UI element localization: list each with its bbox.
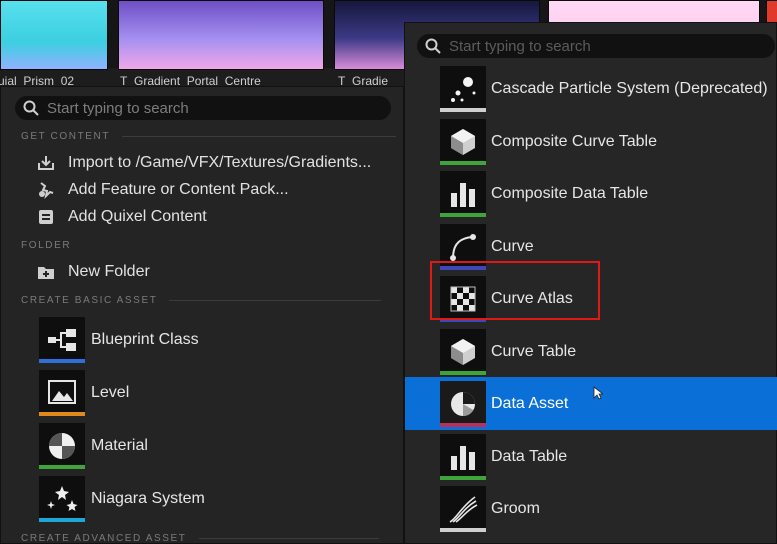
search-box[interactable]: Start typing to search: [15, 96, 391, 120]
niagara-system-label: Niagara System: [91, 490, 205, 507]
section-create-basic-asset: CREATE BASIC ASSET: [21, 295, 382, 306]
curve-table-label: Curve Table: [491, 342, 577, 360]
add-quixel-menu-item[interactable]: Add Quixel Content: [37, 205, 207, 229]
search-input[interactable]: Start typing to search: [47, 100, 189, 117]
curve-atlas-menu-item[interactable]: Curve Atlas: [405, 272, 777, 325]
particle-icon: [440, 65, 486, 112]
cascade-particle-system-label: Cascade Particle System (Deprecated): [491, 79, 768, 97]
new-folder-label: New Folder: [68, 263, 150, 280]
feature-pack-icon: [37, 181, 55, 199]
add-feature-pack-menu-item[interactable]: Add Feature or Content Pack...: [37, 178, 289, 202]
composite-data-table-label: Composite Data Table: [491, 184, 649, 202]
section-folder: FOLDER: [21, 240, 72, 251]
submenu-search-box[interactable]: Start typing to search: [417, 34, 775, 58]
groom-icon: [440, 485, 486, 532]
groom-menu-item[interactable]: Groom: [405, 482, 777, 535]
section-get-content: GET CONTENT: [21, 131, 397, 142]
blueprint-icon: [39, 317, 85, 363]
thumbnail-0[interactable]: [0, 0, 108, 70]
niagara-system-menu-item[interactable]: Niagara System: [39, 474, 205, 524]
mouse-cursor-icon: [593, 386, 603, 400]
data-asset-icon: [440, 380, 486, 427]
material-menu-item[interactable]: Material: [39, 421, 148, 471]
add-asset-menu: Start typing to search GET CONTENT Impor…: [0, 86, 404, 544]
cascade-particle-system-menu-item[interactable]: Cascade Particle System (Deprecated): [405, 62, 777, 115]
curve-menu-item[interactable]: Curve: [405, 220, 777, 273]
composite-curve-table-label: Composite Curve Table: [491, 132, 658, 150]
composite-curve-table-menu-item[interactable]: Composite Curve Table: [405, 115, 777, 168]
material-icon: [39, 423, 85, 469]
submenu-search-input[interactable]: Start typing to search: [449, 38, 591, 55]
curve-atlas-label: Curve Atlas: [491, 289, 573, 307]
level-icon: [39, 370, 85, 416]
add-feature-pack-label: Add Feature or Content Pack...: [68, 181, 289, 198]
composite-data-table-menu-item[interactable]: Composite Data Table: [405, 167, 777, 220]
level-menu-item[interactable]: Level: [39, 368, 129, 418]
blueprint-class-label: Blueprint Class: [91, 331, 199, 348]
material-label: Material: [91, 437, 148, 454]
search-icon: [23, 100, 39, 116]
section-create-advanced-asset: CREATE ADVANCED ASSET: [21, 533, 379, 544]
curve-table-menu-item[interactable]: Curve Table: [405, 325, 777, 378]
blueprint-class-menu-item[interactable]: Blueprint Class: [39, 315, 199, 365]
add-quixel-label: Add Quixel Content: [68, 208, 207, 225]
data-table-icon: [440, 433, 486, 480]
import-label: Import to /Game/VFX/Textures/Gradients..…: [68, 154, 372, 171]
new-folder-menu-item[interactable]: New Folder: [37, 260, 150, 284]
quixel-icon: [37, 208, 55, 226]
curve-icon: [440, 223, 486, 270]
search-icon: [425, 38, 441, 54]
niagara-icon: [39, 476, 85, 522]
curve-label: Curve: [491, 237, 534, 255]
curve-table-icon: [440, 328, 486, 375]
curve-atlas-icon: [440, 275, 486, 322]
import-icon: [37, 154, 55, 172]
composite-curve-table-icon: [440, 118, 486, 165]
data-table-menu-item[interactable]: Data Table: [405, 430, 777, 483]
thumbnail-1[interactable]: [118, 0, 324, 70]
level-label: Level: [91, 384, 130, 401]
composite-data-table-icon: [440, 170, 486, 217]
groom-label: Groom: [491, 499, 540, 517]
new-folder-icon: [37, 263, 55, 281]
import-menu-item[interactable]: Import to /Game/VFX/Textures/Gradients..…: [37, 151, 371, 175]
miscellaneous-submenu: Start typing to search Cascade Particle …: [404, 22, 777, 544]
data-asset-label: Data Asset: [491, 394, 569, 412]
data-asset-menu-item[interactable]: Data Asset: [405, 377, 777, 430]
data-table-label: Data Table: [491, 447, 568, 465]
